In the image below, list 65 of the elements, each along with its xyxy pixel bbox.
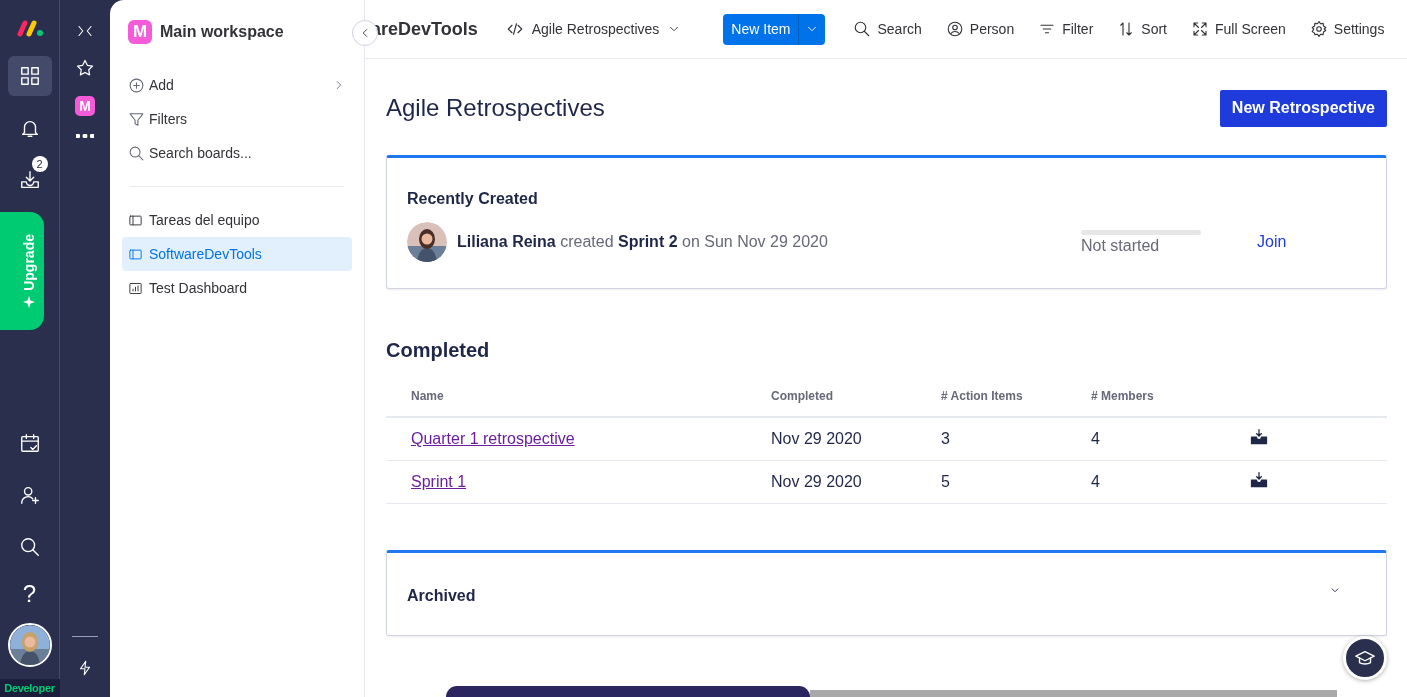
toolbar-button[interactable]: Filter — [1034, 20, 1098, 38]
fullscreen-icon — [1191, 20, 1209, 38]
star-icon — [75, 58, 95, 78]
toolbar-button[interactable]: Person — [941, 20, 1019, 38]
page-title: Agile Retrospectives — [386, 94, 605, 122]
table-cell-text: 3 — [941, 430, 951, 448]
learning-button[interactable] — [1343, 636, 1387, 680]
sidebar-action[interactable]: Add — [122, 68, 352, 102]
search-icon — [18, 536, 41, 558]
settings-icon — [1309, 20, 1328, 38]
column-header: # Action Items — [941, 389, 1024, 403]
activity-text: Liliana Reina created Sprint 2 on Sun Nov 29 2020 — [457, 233, 829, 251]
plan-label: Developer — [0, 679, 60, 697]
workspace-icon: M — [128, 20, 152, 44]
new-retrospective-button[interactable]: New Retrospective — [1219, 89, 1387, 127]
section-title: Completed — [386, 339, 491, 362]
status-text: Not started — [1081, 236, 1161, 255]
table-cell-text: 5 — [941, 473, 951, 491]
toolbar-button[interactable]: Search — [849, 20, 926, 38]
sidebar-item[interactable]: Tareas del equipo — [122, 203, 352, 237]
more-icon — [76, 134, 94, 138]
add-icon — [128, 76, 145, 94]
toolbar-button[interactable]: Sort — [1113, 20, 1171, 38]
search-icon — [128, 144, 145, 162]
board-icon — [128, 212, 143, 228]
sidebar-action[interactable]: Filters — [122, 102, 352, 136]
sidebar-action[interactable]: Search boards... — [122, 136, 352, 170]
notification-badge: 2 — [31, 156, 48, 172]
table-cell-text: 4 — [1091, 430, 1101, 448]
section-title: Recently Created — [407, 190, 539, 208]
calendar-icon — [18, 432, 41, 454]
table-cell-text: 4 — [1091, 473, 1101, 491]
dashboard-icon — [128, 280, 143, 296]
apps-icon — [18, 65, 41, 87]
archive-icon — [1249, 470, 1269, 490]
download-icon — [18, 169, 41, 191]
help-button[interactable]: ? — [16, 579, 43, 609]
view-selector[interactable]: Agile Retrospectives — [499, 19, 688, 39]
column-header: # Members — [1091, 389, 1155, 403]
join-link[interactable]: Join — [1257, 233, 1287, 251]
board-icon — [128, 246, 143, 262]
retrospective-link[interactable]: Quarter 1 retrospective — [411, 430, 575, 448]
workspace-name[interactable]: Main workspace — [160, 23, 284, 41]
add-person-icon — [18, 484, 41, 506]
sidebar-item[interactable]: SoftwareDevTools — [122, 237, 352, 271]
search-icon — [853, 20, 872, 38]
sidebar-item[interactable]: Test Dashboard — [122, 271, 352, 305]
toolbar-button[interactable]: Settings — [1305, 20, 1389, 38]
filter-icon — [128, 110, 145, 128]
section-title: Archived — [407, 587, 476, 605]
column-header: Completed — [771, 389, 834, 403]
table-cell-text: Nov 29 2020 — [771, 473, 863, 491]
sparkle-icon — [22, 296, 35, 309]
rail-button[interactable] — [7, 56, 52, 96]
scrollbar[interactable] — [810, 690, 1337, 697]
archive-icon — [1249, 427, 1269, 447]
new-item-button[interactable]: New Item — [723, 13, 826, 45]
toolbar-button[interactable]: Full Screen — [1187, 20, 1290, 38]
code-icon — [505, 20, 524, 38]
column-header: Name — [411, 389, 445, 403]
person-icon — [945, 20, 964, 38]
table-cell-text: Nov 29 2020 — [771, 430, 863, 448]
logo-icon[interactable] — [15, 18, 44, 38]
retrospective-link[interactable]: Sprint 1 — [411, 473, 467, 491]
board-title: areDevTools — [371, 18, 478, 40]
